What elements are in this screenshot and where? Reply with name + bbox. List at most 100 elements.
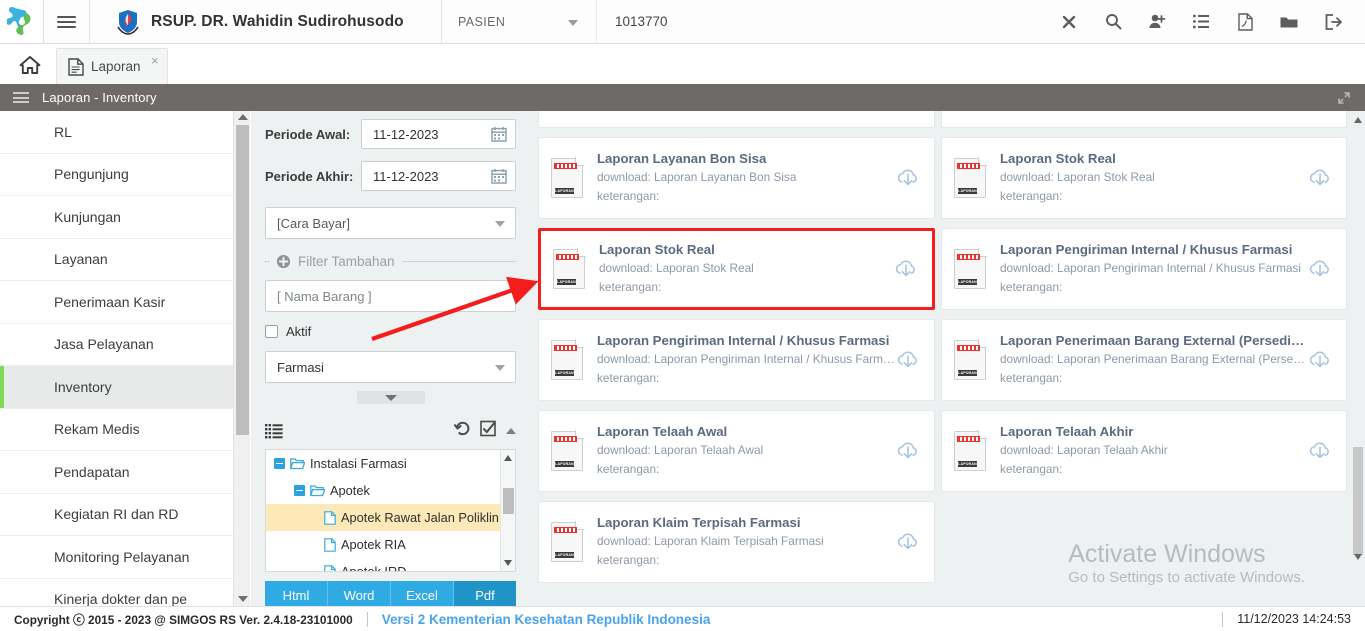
aktif-checkbox[interactable] [265,325,278,338]
add-user-icon[interactable] [1135,0,1179,43]
folder-icon[interactable] [1267,0,1311,43]
report-card-klaim-terpisah-farmasi[interactable]: LAPORAN Laporan Klaim Terpisah Farmasi d… [538,501,935,583]
report-card[interactable] [941,111,1347,128]
tree-scrollbar[interactable] [500,450,515,571]
scrollbar-thumb[interactable] [1353,447,1363,555]
download-cloud-icon[interactable] [1308,166,1332,190]
report-card[interactable] [538,111,935,128]
export-html-button[interactable]: Html [265,581,328,609]
periode-akhir-input[interactable]: 11-12-2023 [361,161,516,191]
expand-icon[interactable] [1337,91,1351,105]
download-cloud-icon[interactable] [896,348,920,372]
close-icon[interactable] [1047,0,1091,43]
sidebar-item-inventory[interactable]: Inventory [0,366,233,409]
pdf-icon[interactable] [1223,0,1267,43]
tree-node-selected[interactable]: Apotek Rawat Jalan Poliklin... [266,504,515,531]
sidebar-item-label: Inventory [54,378,112,395]
report-icon-label: LAPORAN [555,370,574,376]
report-card-stok-real[interactable]: LAPORAN Laporan Stok Real download: Lapo… [941,137,1347,219]
tab-laporan[interactable]: Laporan × [56,48,168,84]
scroll-down-arrow-icon[interactable] [1353,554,1362,560]
report-card-pengiriman-internal[interactable]: LAPORAN Laporan Pengiriman Internal / Kh… [941,228,1347,310]
tree-node[interactable]: Instalasi Farmasi [266,450,515,477]
report-icon-label: LAPORAN [557,279,576,285]
aktif-checkbox-row[interactable]: Aktif [265,324,516,339]
expand-more-button[interactable] [356,391,425,404]
calendar-icon[interactable] [491,126,507,142]
patient-selector[interactable]: PASIEN [442,0,597,43]
report-download-text: download: Laporan Telaah Akhir [1000,442,1168,457]
sidebar-item-rl[interactable]: RL [0,111,233,154]
report-list-scrollbar[interactable] [1351,111,1365,606]
calendar-icon[interactable] [491,168,507,184]
download-cloud-icon[interactable] [896,166,920,190]
home-button[interactable] [10,46,50,84]
sidebar-item-label: Pengunjung [54,166,129,183]
sidebar-item-kunjungan[interactable]: Kunjungan [0,196,233,239]
sidebar-item-kegiatan-ri-dan-rd[interactable]: Kegiatan RI dan RD [0,493,233,536]
export-excel-button[interactable]: Excel [391,581,454,609]
report-card-pengiriman-internal[interactable]: LAPORAN Laporan Pengiriman Internal / Kh… [538,319,935,401]
list-icon[interactable] [1179,0,1223,43]
select-all-checkbox-icon[interactable] [480,420,497,442]
plus-circle-icon[interactable] [276,254,291,269]
tree-node[interactable]: Apotek [266,477,515,504]
scroll-up-arrow-icon[interactable] [504,455,512,461]
app-logo[interactable] [0,0,44,43]
patient-number-field[interactable]: 1013770 [597,0,1047,43]
download-cloud-icon[interactable] [1308,348,1332,372]
tab-strip: Laporan × [0,44,1365,84]
scrollbar-thumb[interactable] [236,125,249,435]
sidebar-item-penerimaan-kasir[interactable]: Penerimaan Kasir [0,281,233,324]
report-card-penerimaan-barang-external[interactable]: LAPORAN Laporan Penerimaan Barang Extern… [941,319,1347,401]
breadcrumb-menu-icon[interactable] [13,90,29,106]
scroll-down-arrow-icon[interactable] [504,560,512,566]
download-cloud-icon[interactable] [896,439,920,463]
report-card-telaah-akhir[interactable]: LAPORAN Laporan Telaah Akhir download: L… [941,410,1347,492]
export-word-button[interactable]: Word [328,581,391,609]
sidebar-item-pendapatan[interactable]: Pendapatan [0,451,233,494]
scrollbar-thumb[interactable] [503,488,514,514]
sidebar-item-label: Kinerja dokter dan pe [54,591,188,606]
report-keterangan: keterangan: [599,280,662,295]
nama-barang-input[interactable]: [ Nama Barang ] [265,280,516,312]
search-icon[interactable] [1091,0,1135,43]
download-cloud-icon[interactable] [1308,257,1332,281]
sidebar-item-pengunjung[interactable]: Pengunjung [0,153,233,196]
collapse-toggle-icon[interactable] [294,485,305,496]
report-card-telaah-awal[interactable]: LAPORAN Laporan Telaah Awal download: La… [538,410,935,492]
report-card-layanan-bon-sisa[interactable]: LAPORAN Laporan Layanan Bon Sisa downloa… [538,137,935,219]
sidebar-scrollbar[interactable] [233,111,250,606]
scroll-down-arrow-icon[interactable] [238,596,248,602]
periode-awal-input[interactable]: 11-12-2023 [361,119,516,149]
scroll-up-arrow-icon[interactable] [238,114,248,120]
report-download-text: download: Laporan Stok Real [599,260,754,275]
filter-tambahan-label: Filter Tambahan [298,254,395,269]
logout-icon[interactable] [1311,0,1355,43]
menu-toggle-button[interactable] [44,0,90,43]
export-label: Excel [406,587,438,603]
chevron-down-icon [384,394,397,401]
tree-list-icon[interactable] [265,423,283,439]
sidebar-item-rekam-medis[interactable]: Rekam Medis [0,408,233,451]
tree-node[interactable]: Apotek RIA [266,531,515,558]
reset-history-icon[interactable] [454,420,471,442]
tree-node[interactable]: Apotek IRD [266,558,515,571]
download-cloud-icon[interactable] [896,530,920,554]
scroll-up-arrow-icon[interactable] [1353,117,1362,123]
sidebar-item-jasa-pelayanan[interactable]: Jasa Pelayanan [0,323,233,366]
collapse-toggle-icon[interactable] [274,458,285,469]
sidebar-item-monitoring-pelayanan[interactable]: Monitoring Pelayanan [0,536,233,579]
collapse-panel-icon[interactable] [506,428,516,434]
status-bar: Copyright ⓒ 2015 - 2023 @ SIMGOS RS Ver.… [0,606,1365,631]
cara-bayar-select[interactable]: [Cara Bayar] [265,207,516,239]
tab-close-icon[interactable]: × [151,54,159,67]
sidebar-item-kinerja-dokter[interactable]: Kinerja dokter dan pe [0,578,233,606]
filter-panel: Periode Awal: 11-12-2023 Periode Akhir: … [251,111,530,609]
unit-select[interactable]: Farmasi [265,351,516,383]
download-cloud-icon[interactable] [1308,439,1332,463]
report-card-stok-real-highlighted[interactable]: LAPORAN Laporan Stok Real download: Lapo… [538,228,935,310]
download-cloud-icon[interactable] [894,257,918,281]
sidebar-item-layanan[interactable]: Layanan [0,238,233,281]
export-pdf-button[interactable]: Pdf [454,581,516,609]
